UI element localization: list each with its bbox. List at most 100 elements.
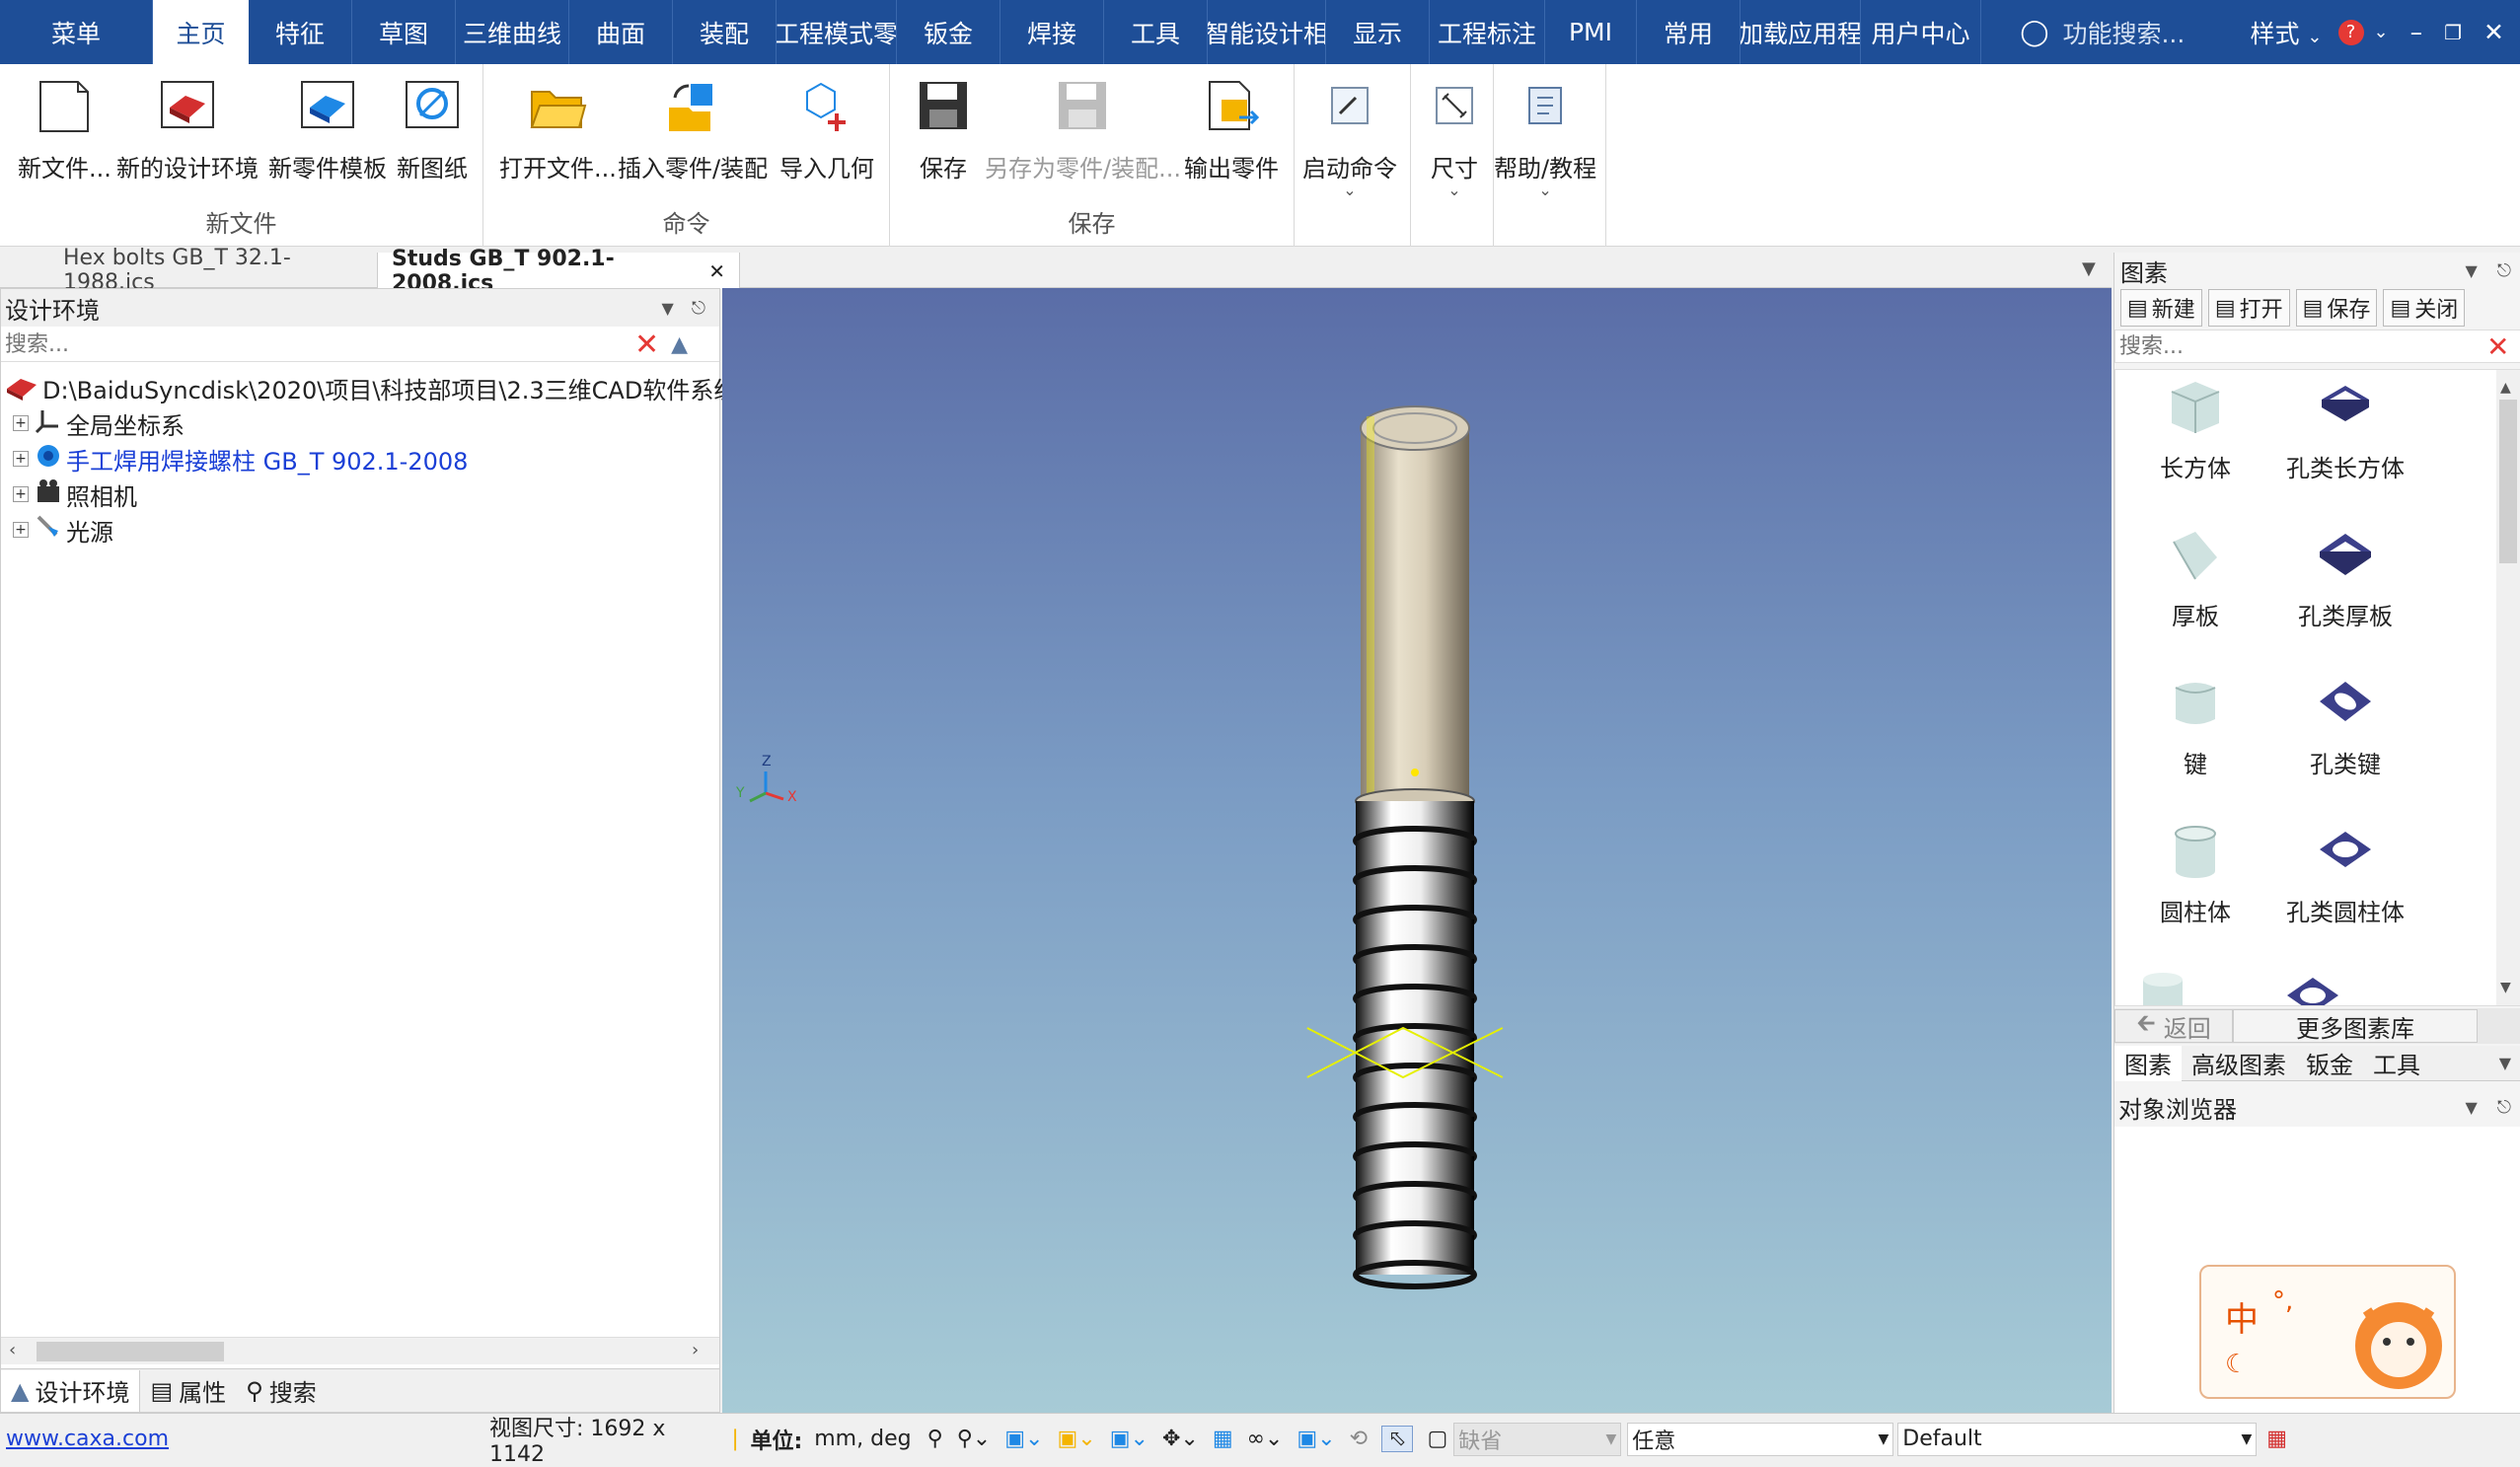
scroll-left-icon[interactable]: ‹ <box>9 1340 16 1360</box>
menu-tab-display[interactable]: 显示 <box>1326 0 1430 64</box>
chevron-down-icon[interactable]: ▼ <box>2082 258 2096 279</box>
pin-icon[interactable]: ⎋ <box>2497 260 2511 281</box>
library-item-cuboid[interactable]: 长方体 <box>2121 376 2269 483</box>
library-back-button[interactable]: 🡰 返回 <box>2114 1009 2233 1043</box>
library-item-hole-key[interactable]: 孔类键 <box>2271 672 2419 779</box>
function-search-input[interactable]: 功能搜索... <box>2062 15 2220 50</box>
tab-tools[interactable]: 工具 <box>2363 1046 2430 1080</box>
close-icon[interactable]: ✕ <box>2483 18 2504 46</box>
style-menu[interactable]: 样式 ⌄ <box>2250 15 2322 50</box>
doc-tab-studs[interactable]: Studs GB_T 902.1-2008.ics ✕ <box>377 247 740 296</box>
zoom-dropdown-icon[interactable]: ⚲⌄ <box>957 1427 992 1451</box>
layout-icon[interactable]: ▦ <box>2266 1427 2287 1451</box>
chevron-down-icon[interactable]: ⌄ <box>2374 22 2389 42</box>
menu-tab-assembly[interactable]: 装配 <box>673 0 777 64</box>
save-as-button[interactable]: 另存为零件/装配... <box>985 74 1181 183</box>
dimension-button[interactable]: 尺寸 ⌄ <box>1423 74 1486 198</box>
scroll-thumb[interactable] <box>2499 400 2517 563</box>
library-new-button[interactable]: ▤ 新建 <box>2120 289 2202 327</box>
scroll-down-icon[interactable]: ▼ <box>2500 980 2511 995</box>
library-more-button[interactable]: 更多图素库 <box>2233 1009 2478 1043</box>
pin-icon[interactable]: ⎋ <box>2497 1097 2511 1118</box>
tree-item-weld-stud[interactable]: + 手工焊用焊接螺柱 GB_T 902.1-2008 <box>1 441 468 477</box>
tab-advanced-elements[interactable]: 高级图素 <box>2182 1046 2296 1080</box>
menu-tab-smart-design[interactable]: 智能设计相 <box>1208 0 1326 64</box>
scroll-right-icon[interactable]: › <box>692 1340 699 1360</box>
menu-tab-weld[interactable]: 焊接 <box>1001 0 1104 64</box>
save-button[interactable]: 保存 <box>912 74 975 183</box>
view-orient-icon[interactable]: ▣⌄ <box>1004 1427 1043 1451</box>
tab-sheetmetal[interactable]: 钣金 <box>2296 1046 2363 1080</box>
section-icon[interactable]: ▦ <box>1213 1427 1233 1451</box>
tree-item-global-axis[interactable]: + 全局坐标系 <box>1 405 185 441</box>
clear-search-icon[interactable]: ✕ <box>634 328 659 362</box>
menu-tab-3dcurve[interactable]: 三维曲线 <box>456 0 569 64</box>
shade-cube-icon[interactable]: ▣⌄ <box>1297 1427 1335 1451</box>
zoom-icon[interactable]: ⚲ <box>927 1427 943 1451</box>
restore-icon[interactable]: ❐ <box>2444 21 2462 44</box>
expand-icon[interactable]: + <box>13 486 29 502</box>
lightbulb-icon[interactable]: ◯ <box>2020 18 2048 47</box>
select-arrow-icon[interactable]: ⬁ <box>1381 1426 1414 1452</box>
new-drawing-button[interactable]: 新图纸 <box>397 74 468 183</box>
library-item-key[interactable]: 键 <box>2121 672 2269 779</box>
menu-tab-common[interactable]: 常用 <box>1637 0 1741 64</box>
tab-elements[interactable]: 图素 <box>2114 1045 2182 1081</box>
menu-tab-sketch[interactable]: 草图 <box>352 0 456 64</box>
export-part-button[interactable]: 输出零件 <box>1184 74 1279 183</box>
menu-tab-user-center[interactable]: 用户中心 <box>1861 0 1981 64</box>
move-icon[interactable]: ✥⌄ <box>1162 1427 1199 1451</box>
open-file-button[interactable]: 打开文件... <box>499 74 617 183</box>
menu-tab-pmi[interactable]: PMI <box>1545 0 1637 64</box>
library-open-button[interactable]: ▤ 打开 <box>2207 289 2290 327</box>
tab-design-env[interactable]: ▲ 设计环境 <box>1 1369 141 1412</box>
tree-root[interactable]: D:\BaiduSyncdisk\2020\项目\科技部项目\2.3三维CAD软… <box>5 370 737 405</box>
tab-search[interactable]: ⚲ 搜索 <box>236 1373 327 1408</box>
display-cube-icon[interactable]: ▣⌄ <box>1110 1427 1149 1451</box>
menu-tab-engineering[interactable]: 工程模式零 <box>777 0 897 64</box>
minimize-icon[interactable]: – <box>2410 18 2423 46</box>
library-item-thick-plate[interactable]: 厚板 <box>2121 524 2269 631</box>
tree-item-light[interactable]: + 光源 <box>1 512 113 548</box>
unit-value[interactable]: mm, deg <box>814 1427 911 1451</box>
render-mode-icon[interactable]: ▣⌄ <box>1057 1427 1095 1451</box>
chevron-down-icon[interactable]: ▼ <box>2465 261 2477 280</box>
expand-icon[interactable]: + <box>13 451 29 467</box>
insert-part-button[interactable]: 插入零件/装配 <box>618 74 768 183</box>
new-file-button[interactable]: 新文件... <box>18 74 111 183</box>
ime-sticker[interactable]: 中 °, ☾ <box>2199 1265 2456 1399</box>
new-part-template-button[interactable]: 新零件模板 <box>268 74 387 183</box>
launch-command-button[interactable]: 启动命令 ⌄ <box>1302 74 1397 198</box>
library-item-hole-plate[interactable]: 孔类厚板 <box>2271 524 2419 631</box>
library-item-cylinder[interactable]: 圆柱体 <box>2121 820 2269 927</box>
close-icon[interactable]: ✕ <box>708 259 725 283</box>
new-design-env-button[interactable]: 新的设计环境 <box>116 74 259 183</box>
chevron-down-icon[interactable]: ▼ <box>661 299 673 318</box>
tab-properties[interactable]: ▤ 属性 <box>140 1373 236 1408</box>
import-geometry-button[interactable]: 导入几何 <box>779 74 874 183</box>
menu-tab-surface[interactable]: 曲面 <box>569 0 673 64</box>
scroll-thumb[interactable] <box>37 1342 224 1361</box>
menu-tab-sheetmetal[interactable]: 钣金 <box>897 0 1001 64</box>
pick-filter-icon[interactable]: ▢ <box>1427 1427 1447 1451</box>
3d-viewport[interactable]: Z X Y <box>722 288 2112 1413</box>
library-search-input[interactable] <box>2115 331 2481 361</box>
menu-tab-addons[interactable]: 加载应用程 <box>1741 0 1861 64</box>
help-tutorial-button[interactable]: 帮助/教程 ⌄ <box>1494 74 1596 198</box>
menu-tab-annotation[interactable]: 工程标注 <box>1430 0 1545 64</box>
expand-icon[interactable]: + <box>13 522 29 538</box>
horizontal-scrollbar[interactable]: ‹ › <box>1 1337 719 1364</box>
menu-tab-menu[interactable]: 菜单 <box>0 0 153 64</box>
library-close-button[interactable]: ▤ 关闭 <box>2383 289 2466 327</box>
stud-model[interactable]: Z X Y <box>722 288 2112 1413</box>
help-icon[interactable]: ? <box>2337 19 2364 45</box>
website-link[interactable]: www.caxa.com <box>6 1427 489 1451</box>
any-select[interactable]: 任意 ▼ <box>1627 1422 1894 1456</box>
menu-tab-home[interactable]: 主页 <box>153 0 249 64</box>
menu-tab-feature[interactable]: 特征 <box>249 0 352 64</box>
filter-icon[interactable]: ▲ <box>671 332 688 357</box>
glasses-icon[interactable]: ∞⌄ <box>1247 1427 1284 1451</box>
doc-tab-hex-bolts[interactable]: Hex bolts GB_T 32.1-1988.ics <box>49 246 375 295</box>
expand-icon[interactable]: + <box>13 415 29 431</box>
tree-search-input[interactable] <box>1 330 623 360</box>
